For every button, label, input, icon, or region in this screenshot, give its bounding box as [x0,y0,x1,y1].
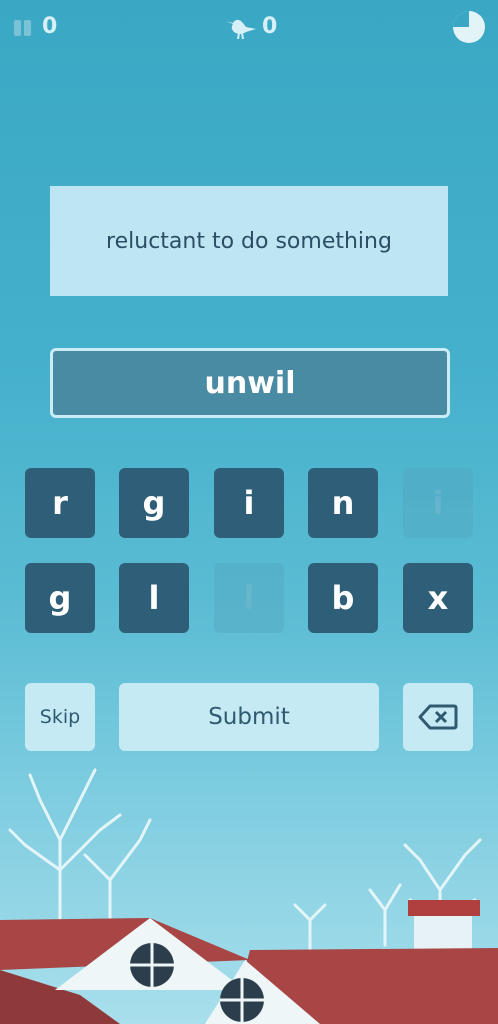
letter-tile-g[interactable]: g [119,468,189,538]
rooftop-scenery [0,768,498,1024]
birds-count: 0 [262,14,278,39]
pause-icon[interactable] [14,20,32,36]
hints-count: 0 [42,14,58,39]
chimney [408,900,480,916]
letter-tile-i[interactable]: i [214,468,284,538]
letter-tile-n[interactable]: n [308,468,378,538]
top-bar: 0 0 [0,0,498,56]
skip-button[interactable]: Skip [25,683,95,751]
backspace-button[interactable] [403,683,473,751]
clue-box: reluctant to do something [50,186,448,296]
letter-tile-x[interactable]: x [403,563,473,633]
submit-button[interactable]: Submit [119,683,379,751]
bird-icon [226,19,256,39]
letter-tile-b[interactable]: b [308,563,378,633]
backspace-icon [418,704,458,730]
answer-field: unwil [50,348,450,418]
letter-tile-l[interactable]: l [119,563,189,633]
timer-pie-icon [453,11,485,43]
letter-tile-i: i [403,468,473,538]
letter-tile-r[interactable]: r [25,468,95,538]
letter-tile-l: l [214,563,284,633]
letter-tile-g[interactable]: g [25,563,95,633]
